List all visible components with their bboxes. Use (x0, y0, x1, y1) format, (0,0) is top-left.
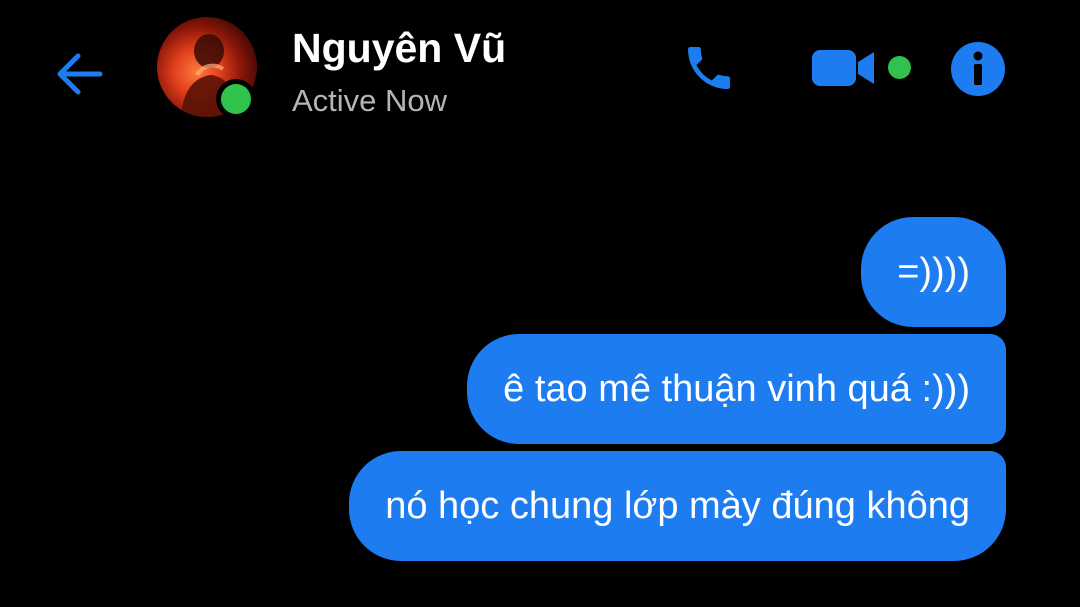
message-bubble[interactable]: =)))) (861, 217, 1006, 327)
active-status: Active Now (292, 83, 448, 118)
message-thread: =)))) ê tao mê thuận vinh quá :))) nó họ… (349, 217, 1006, 561)
conversation-header: Nguyên Vũ Active Now (0, 0, 1080, 140)
online-status-dot (221, 84, 251, 114)
video-active-dot (888, 56, 911, 79)
info-icon (951, 42, 1005, 96)
contact-name[interactable]: Nguyên Vũ (292, 24, 506, 72)
info-button[interactable] (950, 41, 1006, 97)
phone-icon (688, 47, 730, 89)
back-button[interactable] (52, 50, 106, 98)
video-camera-icon (812, 50, 874, 86)
audio-call-button[interactable] (680, 40, 738, 96)
message-bubble[interactable]: ê tao mê thuận vinh quá :))) (467, 334, 1006, 444)
video-call-button[interactable] (810, 44, 876, 92)
message-bubble[interactable]: nó học chung lớp mày đúng không (349, 451, 1006, 561)
arrow-left-icon (57, 53, 103, 95)
